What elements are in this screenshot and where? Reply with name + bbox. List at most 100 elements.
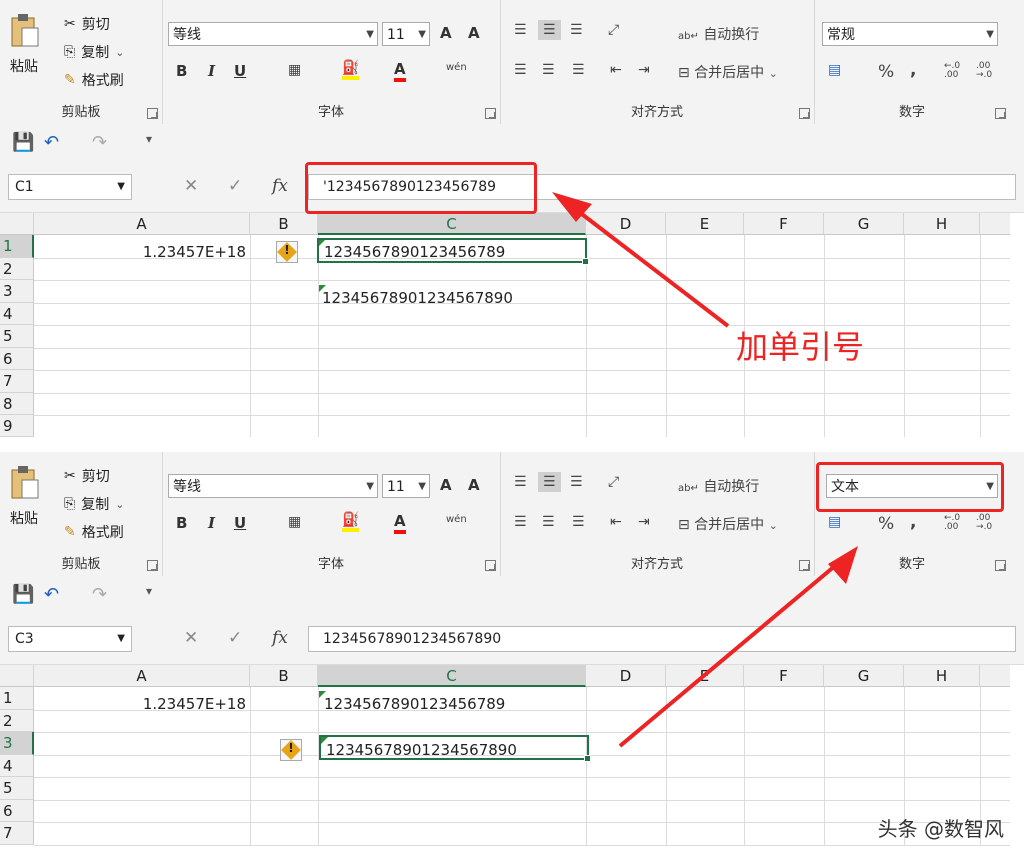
align-top-icon[interactable]: ☰: [514, 474, 527, 490]
increase-indent-icon[interactable]: ⇥: [638, 514, 650, 530]
copy-button[interactable]: ⎘ 复制 ⌄: [64, 42, 124, 62]
column-header-d[interactable]: D: [586, 213, 666, 235]
save-icon[interactable]: 💾: [12, 132, 34, 153]
save-icon[interactable]: 💾: [12, 584, 34, 605]
format-painter-button[interactable]: ✎ 格式刷: [64, 70, 124, 90]
row-header-4[interactable]: 4: [0, 755, 34, 777]
alignment-launcher-icon[interactable]: [799, 108, 810, 119]
cell-a1[interactable]: 1.23457E+18: [34, 693, 246, 715]
increase-decimal-button[interactable]: ←.0 .00: [944, 62, 964, 80]
customize-qat-icon[interactable]: ▾: [146, 584, 152, 598]
column-header-c[interactable]: C: [318, 665, 586, 687]
column-header-g[interactable]: G: [824, 665, 904, 687]
row-header-1[interactable]: 1: [0, 687, 34, 710]
orientation-icon[interactable]: ⤢: [608, 22, 619, 38]
row-header-2[interactable]: 2: [0, 710, 34, 732]
merge-center-button[interactable]: ⊟ 合并后居中 ⌄: [678, 514, 778, 534]
bold-button[interactable]: B: [176, 62, 187, 80]
column-header-e[interactable]: E: [666, 213, 744, 235]
font-name-select[interactable]: 等线 ▼: [168, 474, 378, 498]
column-header-h[interactable]: H: [904, 213, 980, 235]
align-right-icon[interactable]: ☰: [572, 514, 585, 530]
column-header-c[interactable]: C: [318, 213, 586, 235]
percent-button[interactable]: %: [878, 514, 894, 534]
row-header-7[interactable]: 7: [0, 370, 34, 393]
fill-color-icon[interactable]: ⛽: [342, 512, 360, 532]
column-header-f[interactable]: F: [744, 665, 824, 687]
row-header-3[interactable]: 3: [0, 280, 34, 303]
orientation-icon[interactable]: ⤢: [608, 474, 619, 490]
name-box[interactable]: C3 ▼: [8, 626, 132, 652]
wrap-text-button[interactable]: ab↵ 自动换行: [678, 24, 759, 44]
name-box[interactable]: C1 ▼: [8, 174, 132, 200]
align-middle-icon[interactable]: ☰: [538, 20, 561, 40]
accounting-format-icon[interactable]: ▤: [828, 62, 841, 78]
column-header-g[interactable]: G: [824, 213, 904, 235]
row-header-6[interactable]: 6: [0, 348, 34, 370]
align-bottom-icon[interactable]: ☰: [570, 474, 583, 490]
accounting-format-icon[interactable]: ▤: [828, 514, 841, 530]
paste-icon[interactable]: [10, 464, 40, 500]
cell-c3[interactable]: 12345678901234567890: [322, 287, 513, 309]
increase-indent-icon[interactable]: ⇥: [638, 62, 650, 78]
row-header-4[interactable]: 4: [0, 303, 34, 325]
align-left-icon[interactable]: ☰: [514, 62, 527, 78]
decrease-decimal-button[interactable]: .00 →.0: [976, 62, 998, 80]
column-header-h[interactable]: H: [904, 665, 980, 687]
column-header-f[interactable]: F: [744, 213, 824, 235]
font-size-select[interactable]: 11 ▼: [382, 474, 430, 498]
select-all-corner[interactable]: [0, 665, 34, 687]
row-header-5[interactable]: 5: [0, 777, 34, 800]
font-size-select[interactable]: 11 ▼: [382, 22, 430, 46]
bold-button[interactable]: B: [176, 514, 187, 532]
align-left-icon[interactable]: ☰: [514, 514, 527, 530]
decrease-decimal-button[interactable]: .00 →.0: [976, 514, 998, 532]
italic-button[interactable]: I: [208, 62, 215, 80]
align-middle-icon[interactable]: ☰: [538, 472, 561, 492]
enter-icon[interactable]: ✓: [228, 176, 242, 196]
clipboard-launcher-icon[interactable]: [147, 108, 158, 119]
paste-button[interactable]: 粘贴: [10, 56, 38, 76]
cancel-icon[interactable]: ✕: [184, 628, 198, 648]
error-warning-icon[interactable]: !: [280, 739, 302, 761]
italic-button[interactable]: I: [208, 514, 215, 532]
format-painter-button[interactable]: ✎ 格式刷: [64, 522, 124, 542]
row-header-9[interactable]: 9: [0, 415, 34, 437]
paste-button[interactable]: 粘贴: [10, 508, 38, 528]
row-header-1[interactable]: 1: [0, 235, 34, 258]
font-launcher-icon[interactable]: [485, 108, 496, 119]
align-right-icon[interactable]: ☰: [572, 62, 585, 78]
cell-c1[interactable]: 1234567890123456789: [324, 693, 505, 715]
row-header-3[interactable]: 3: [0, 732, 34, 755]
select-all-corner[interactable]: [0, 213, 34, 235]
insert-function-icon[interactable]: fx: [272, 628, 288, 648]
font-launcher-icon[interactable]: [485, 560, 496, 571]
row-header-8[interactable]: 8: [0, 393, 34, 415]
underline-button[interactable]: U: [234, 514, 246, 532]
column-header-d[interactable]: D: [586, 665, 666, 687]
shrink-font-button[interactable]: A: [468, 24, 480, 42]
wrap-text-button[interactable]: ab↵ 自动换行: [678, 476, 759, 496]
insert-function-icon[interactable]: fx: [272, 176, 288, 196]
decrease-indent-icon[interactable]: ⇤: [610, 62, 622, 78]
percent-button[interactable]: %: [878, 62, 894, 82]
redo-icon[interactable]: ↷: [92, 132, 107, 153]
chevron-down-icon[interactable]: ⌄: [115, 46, 124, 59]
underline-button[interactable]: U: [234, 62, 246, 80]
chevron-down-icon[interactable]: ⌄: [115, 498, 124, 511]
column-header-next[interactable]: [980, 213, 1010, 235]
row-header-5[interactable]: 5: [0, 325, 34, 348]
copy-button[interactable]: ⎘ 复制 ⌄: [64, 494, 124, 514]
align-top-icon[interactable]: ☰: [514, 22, 527, 38]
cell-a1[interactable]: 1.23457E+18: [34, 241, 246, 263]
font-name-select[interactable]: 等线 ▼: [168, 22, 378, 46]
undo-icon[interactable]: ↶: [44, 584, 59, 605]
column-header-b[interactable]: B: [250, 665, 318, 687]
cut-button[interactable]: ✂ 剪切: [64, 14, 110, 34]
number-launcher-icon[interactable]: [995, 560, 1006, 571]
error-warning-icon[interactable]: !: [276, 241, 298, 263]
row-header-2[interactable]: 2: [0, 258, 34, 280]
comma-button[interactable]: ,: [910, 60, 916, 80]
phonetic-button[interactable]: wén: [446, 514, 467, 525]
increase-decimal-button[interactable]: ←.0 .00: [944, 514, 964, 532]
